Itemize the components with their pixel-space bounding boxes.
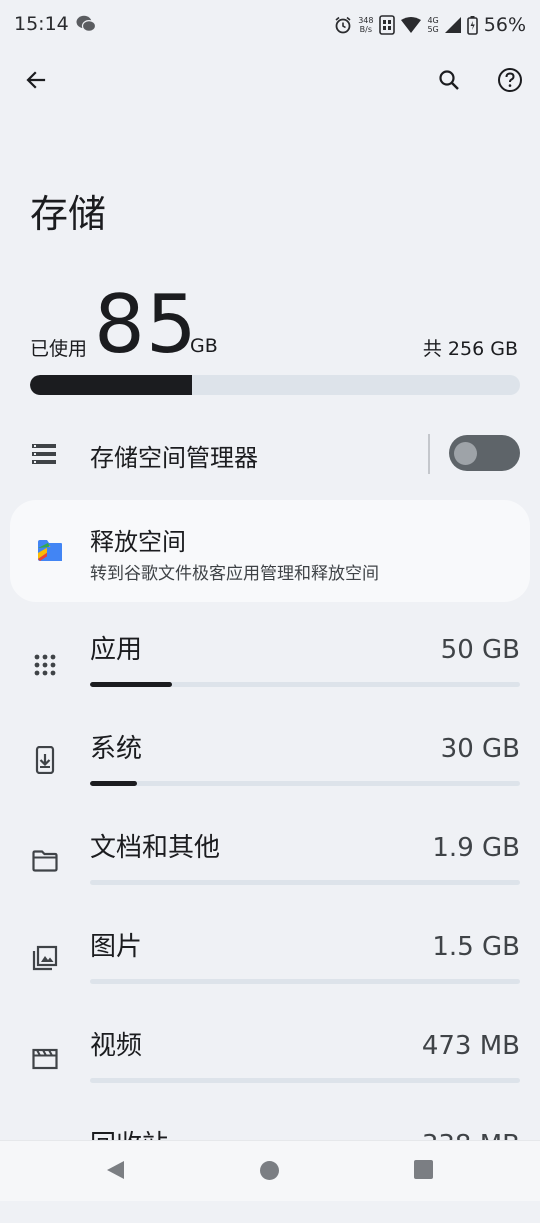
status-time: 15:14 xyxy=(14,13,69,35)
network-5g: 5G xyxy=(427,25,439,34)
system-update-icon xyxy=(32,746,58,774)
category-row-apps[interactable]: 应用 50 GB xyxy=(0,632,540,728)
free-up-space-card[interactable]: 释放空间 转到谷歌文件极客应用管理和释放空间 xyxy=(10,500,530,602)
files-by-google-icon xyxy=(38,540,62,561)
storage-manager-row[interactable]: 存储空间管理器 xyxy=(0,418,540,490)
net-speed-unit: B/s xyxy=(359,25,372,34)
category-label: 系统 xyxy=(90,734,143,764)
free-up-space-title: 释放空间 xyxy=(90,528,186,556)
storage-usage-bar-fill xyxy=(30,375,192,395)
help-icon xyxy=(498,68,522,92)
folder-icon xyxy=(32,848,58,874)
movie-icon xyxy=(32,1046,58,1072)
total-capacity-label: 共 256 GB xyxy=(422,338,518,360)
category-label: 文档和其他 xyxy=(90,833,221,863)
net-speed: 348 B/s xyxy=(358,16,373,34)
free-up-space-subtitle: 转到谷歌文件极客应用管理和释放空间 xyxy=(90,564,379,584)
status-icons: 348 B/s 4G 5G 56% xyxy=(334,12,526,38)
storage-list-icon xyxy=(32,444,56,464)
storage-usage-bar xyxy=(30,375,520,395)
nav-back-icon[interactable] xyxy=(104,1159,126,1181)
category-size: 473 MB xyxy=(421,1031,520,1061)
signal-icon xyxy=(444,17,461,33)
alarm-icon xyxy=(335,16,351,34)
used-label: 已使用 xyxy=(30,338,88,360)
wifi-icon xyxy=(401,17,422,33)
help-button[interactable] xyxy=(492,62,528,98)
category-row-images[interactable]: 图片 1.5 GB xyxy=(0,929,540,1025)
toggle-knob xyxy=(454,442,477,465)
category-row-system[interactable]: 系统 30 GB xyxy=(0,731,540,827)
category-size: 50 GB xyxy=(440,635,520,665)
status-bar: 15:14 348 B/s 4G 5G 56% xyxy=(0,0,540,50)
category-usage-bar xyxy=(90,880,520,885)
category-size: 30 GB xyxy=(440,734,520,764)
category-label: 视频 xyxy=(90,1031,143,1061)
net-speed-value: 348 xyxy=(358,16,374,25)
storage-manager-toggle[interactable] xyxy=(449,435,520,471)
category-row-videos[interactable]: 视频 473 MB xyxy=(0,1028,540,1124)
network-type: 4G 5G xyxy=(427,16,438,34)
category-usage-bar-fill xyxy=(90,682,172,687)
category-usage-bar xyxy=(90,979,520,984)
category-usage-bar-fill xyxy=(90,781,138,786)
divider xyxy=(428,434,430,474)
back-button[interactable] xyxy=(18,62,54,98)
nav-home-icon[interactable] xyxy=(260,1161,279,1180)
category-label: 图片 xyxy=(90,932,143,962)
category-size: 1.5 GB xyxy=(432,932,520,962)
apps-grid-icon xyxy=(32,652,58,678)
battery-icon xyxy=(466,15,478,35)
photo-library-icon xyxy=(32,945,58,971)
category-row-documents[interactable]: 文档和其他 1.9 GB xyxy=(0,830,540,926)
battery-percent: 56% xyxy=(483,14,526,36)
network-4g: 4G xyxy=(427,16,439,25)
category-size: 1.9 GB xyxy=(432,833,520,863)
category-usage-bar xyxy=(90,781,520,786)
search-button[interactable] xyxy=(431,62,467,98)
category-usage-bar xyxy=(90,682,520,687)
wechat-icon xyxy=(76,15,96,32)
storage-manager-label: 存储空间管理器 xyxy=(90,444,258,472)
category-label: 应用 xyxy=(90,635,143,665)
search-icon xyxy=(439,70,459,90)
page-title: 存储 xyxy=(30,192,107,236)
arrow-back-icon xyxy=(26,71,46,89)
nav-recents-icon[interactable] xyxy=(414,1160,433,1179)
used-value: 85 xyxy=(94,278,198,371)
sim-hd-icon xyxy=(379,15,396,35)
category-usage-bar xyxy=(90,1078,520,1083)
navigation-bar xyxy=(0,1140,540,1201)
used-unit: GB xyxy=(190,335,218,357)
